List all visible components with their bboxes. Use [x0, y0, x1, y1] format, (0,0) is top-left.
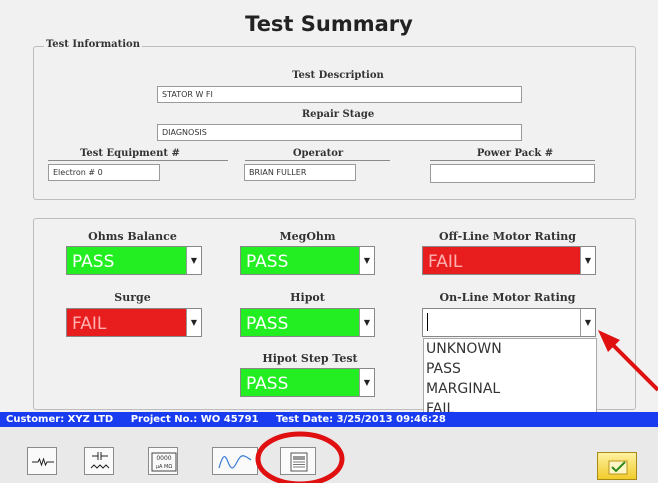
test-information-label: Test Information: [44, 39, 142, 50]
offline-rating-label: Off-Line Motor Rating: [439, 230, 576, 243]
status-test-date: Test Date: 3/25/2013 09:46:28: [276, 414, 446, 425]
hipot-step-value: PASS: [246, 374, 289, 394]
status-bar: Customer: XYZ LTD Project No.: WO 45791 …: [0, 412, 658, 427]
ohms-balance-select[interactable]: PASS ▼: [66, 246, 202, 275]
offline-rating-value: FAIL: [428, 252, 463, 272]
dropdown-option-pass[interactable]: PASS: [424, 359, 596, 379]
status-customer: Customer: XYZ LTD: [6, 414, 114, 425]
test-summary-window: Test Summary Test Information Test Descr…: [0, 0, 658, 483]
megohm-label: MegOhm: [279, 230, 336, 243]
resistor-icon: [32, 457, 54, 467]
ohms-balance-label: Ohms Balance: [88, 230, 177, 243]
surge-label: Surge: [114, 291, 151, 304]
operator-underline: [245, 160, 390, 161]
power-pack-field[interactable]: [430, 164, 595, 183]
chevron-down-icon[interactable]: ▼: [186, 247, 201, 274]
dropdown-option-marginal[interactable]: MARGINAL: [424, 379, 596, 399]
text-cursor: [427, 313, 428, 331]
meter-button[interactable]: 0000 μA MΩ: [148, 447, 178, 475]
hipot-select[interactable]: PASS ▼: [240, 308, 375, 337]
test-description-field[interactable]: STATOR W FI: [157, 86, 522, 103]
chevron-down-icon[interactable]: ▼: [359, 309, 374, 336]
operator-label: Operator: [292, 148, 344, 159]
chevron-down-icon[interactable]: ▼: [580, 247, 595, 274]
surge-select[interactable]: FAIL ▼: [66, 308, 202, 337]
chevron-down-icon[interactable]: ▼: [580, 309, 595, 336]
meter-icon: 0000 μA MΩ: [151, 452, 177, 472]
repair-stage-field[interactable]: DIAGNOSIS: [157, 124, 522, 141]
status-project: Project No.: WO 45791: [130, 414, 259, 425]
test-equipment-underline: [48, 160, 228, 161]
meter-icon-bottom-text: μA MΩ: [156, 464, 173, 470]
test-equipment-field[interactable]: Electron # 0: [48, 164, 160, 181]
megohm-value: PASS: [246, 252, 289, 272]
capacitor-icon: [90, 452, 110, 469]
waveform-button[interactable]: [212, 447, 258, 475]
ok-icon: [608, 460, 628, 475]
hipot-value: PASS: [246, 314, 289, 334]
repair-stage-label: Repair Stage: [301, 109, 375, 120]
surge-value: FAIL: [72, 314, 107, 334]
power-pack-label: Power Pack #: [476, 148, 554, 159]
resistor-button[interactable]: [27, 447, 57, 475]
ohms-balance-value: PASS: [72, 252, 115, 272]
ok-button[interactable]: [597, 452, 637, 480]
hipot-step-label: Hipot Step Test: [262, 352, 358, 365]
hipot-label: Hipot: [290, 291, 325, 304]
test-description-label: Test Description: [292, 70, 384, 81]
chevron-down-icon[interactable]: ▼: [359, 369, 374, 396]
test-equipment-label: Test Equipment #: [80, 148, 180, 159]
chevron-down-icon[interactable]: ▼: [186, 309, 201, 336]
offline-rating-select[interactable]: FAIL ▼: [422, 246, 596, 275]
page-title: Test Summary: [245, 12, 413, 36]
chevron-down-icon[interactable]: ▼: [359, 247, 374, 274]
online-rating-label: On-Line Motor Rating: [439, 291, 576, 304]
hipot-step-select[interactable]: PASS ▼: [240, 368, 375, 397]
power-pack-underline: [430, 160, 595, 161]
dropdown-option-unknown[interactable]: UNKNOWN: [424, 339, 596, 359]
online-rating-select[interactable]: ▼: [422, 308, 596, 337]
waveform-icon: [218, 455, 252, 469]
megohm-select[interactable]: PASS ▼: [240, 246, 375, 275]
meter-icon-top-text: 0000: [156, 455, 171, 462]
capacitor-button[interactable]: [84, 447, 114, 475]
report-button[interactable]: [280, 447, 316, 475]
operator-field[interactable]: BRIAN FULLER: [244, 164, 356, 181]
report-icon: [290, 452, 308, 472]
